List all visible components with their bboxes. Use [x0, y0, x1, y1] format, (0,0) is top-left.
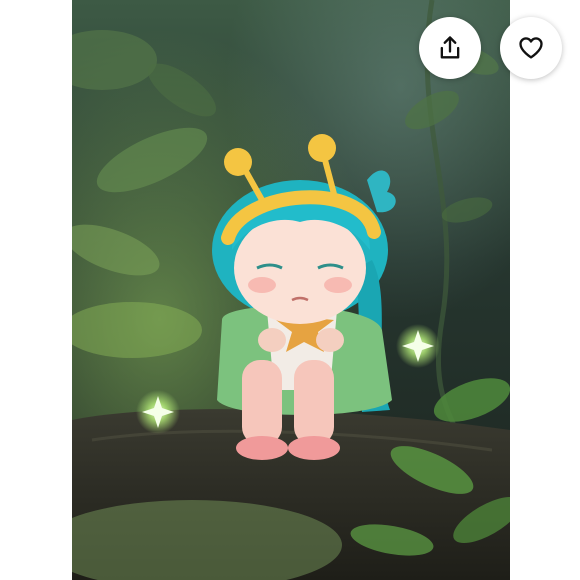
share-icon	[440, 36, 460, 59]
share-button[interactable]	[419, 17, 481, 79]
heart-icon	[519, 37, 543, 59]
product-photo[interactable]	[72, 0, 510, 580]
figure-photo-image	[72, 0, 510, 580]
like-button[interactable]	[500, 17, 562, 79]
image-viewer	[0, 0, 580, 580]
